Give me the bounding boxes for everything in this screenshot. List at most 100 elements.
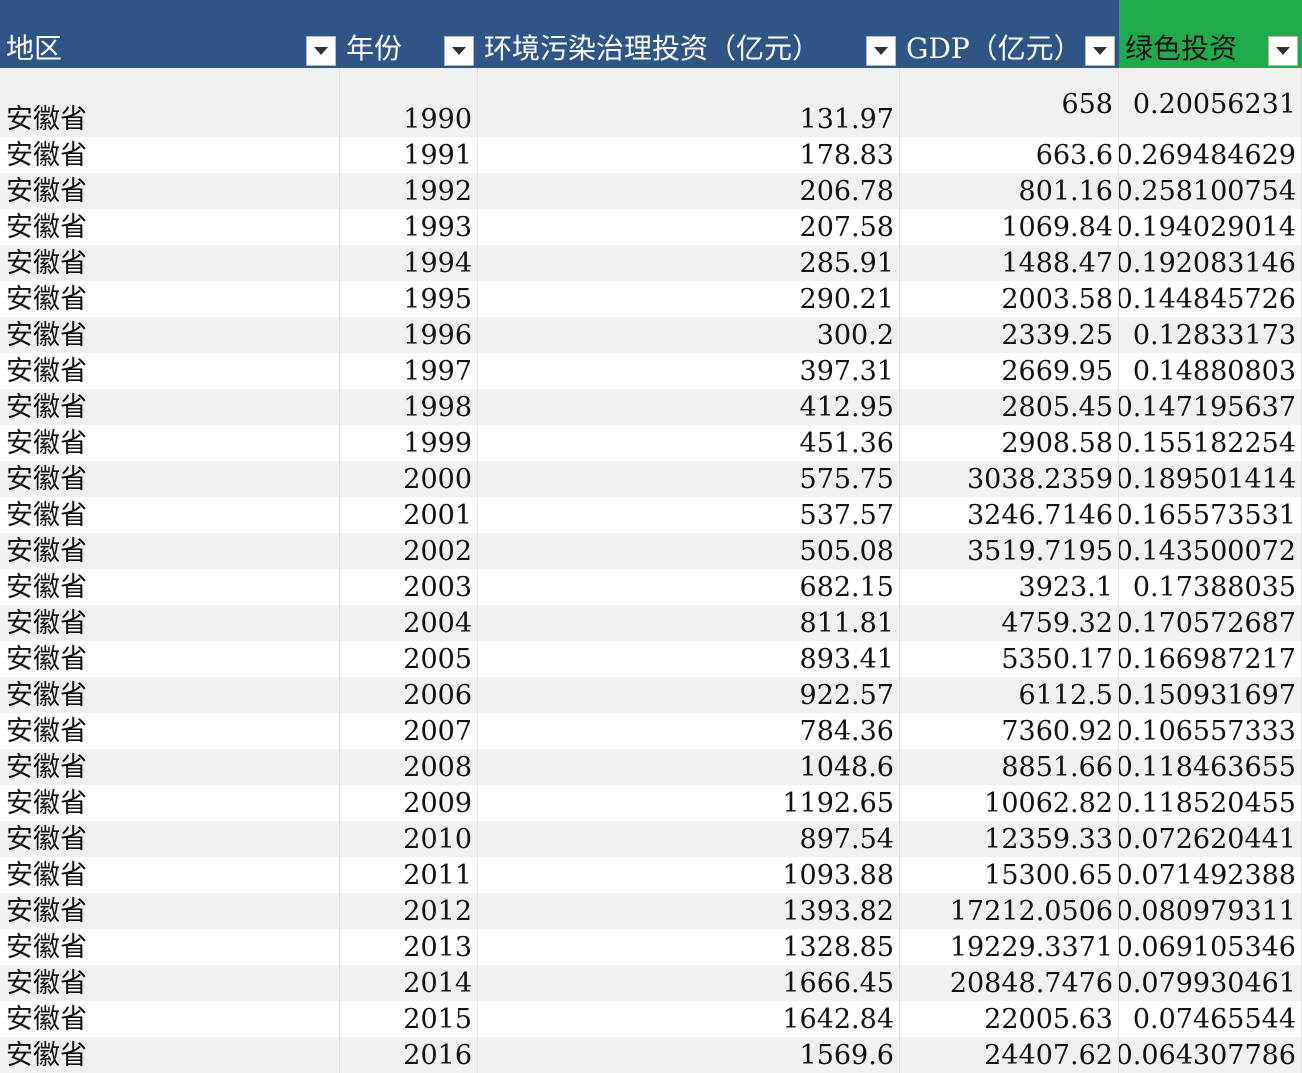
cell-env-investment[interactable]: 1093.88: [478, 857, 900, 893]
cell-gdp[interactable]: 3923.1: [900, 569, 1119, 605]
cell-green-investment[interactable]: 0.12833173: [1119, 317, 1302, 353]
cell-region[interactable]: 安徽省: [0, 497, 340, 533]
cell-region[interactable]: 安徽省: [0, 209, 340, 245]
cell-green-investment[interactable]: 0.071492388: [1119, 857, 1302, 893]
cell-gdp[interactable]: 658: [900, 68, 1119, 137]
cell-env-investment[interactable]: 300.2: [478, 317, 900, 353]
cell-env-investment[interactable]: 1642.84: [478, 1001, 900, 1037]
cell-region[interactable]: 安徽省: [0, 425, 340, 461]
cell-year[interactable]: 2002: [340, 533, 478, 569]
filter-dropdown-icon[interactable]: [1085, 36, 1115, 66]
cell-green-investment[interactable]: 0.147195637: [1119, 389, 1302, 425]
cell-year[interactable]: 2013: [340, 929, 478, 965]
cell-region[interactable]: 安徽省: [0, 533, 340, 569]
cell-region[interactable]: 安徽省: [0, 641, 340, 677]
cell-region[interactable]: 安徽省: [0, 893, 340, 929]
header-gdp[interactable]: GDP（亿元）: [900, 0, 1119, 68]
cell-green-investment[interactable]: 0.07465544: [1119, 1001, 1302, 1037]
cell-env-investment[interactable]: 207.58: [478, 209, 900, 245]
cell-green-investment[interactable]: 0.20056231: [1119, 68, 1302, 137]
cell-env-investment[interactable]: 290.21: [478, 281, 900, 317]
cell-year[interactable]: 2009: [340, 785, 478, 821]
cell-year[interactable]: 2016: [340, 1037, 478, 1073]
cell-env-investment[interactable]: 1666.45: [478, 965, 900, 1001]
filter-dropdown-icon[interactable]: [866, 36, 896, 66]
cell-year[interactable]: 2008: [340, 749, 478, 785]
cell-green-investment[interactable]: 0.069105346: [1119, 929, 1302, 965]
cell-region[interactable]: 安徽省: [0, 281, 340, 317]
cell-gdp[interactable]: 17212.0506: [900, 893, 1119, 929]
cell-env-investment[interactable]: 811.81: [478, 605, 900, 641]
cell-year[interactable]: 2012: [340, 893, 478, 929]
cell-green-investment[interactable]: 0.165573531: [1119, 497, 1302, 533]
cell-year[interactable]: 1991: [340, 137, 478, 173]
cell-gdp[interactable]: 19229.3371: [900, 929, 1119, 965]
cell-year[interactable]: 1992: [340, 173, 478, 209]
filter-dropdown-icon[interactable]: [444, 36, 474, 66]
cell-year[interactable]: 2006: [340, 677, 478, 713]
cell-green-investment[interactable]: 0.072620441: [1119, 821, 1302, 857]
cell-env-investment[interactable]: 285.91: [478, 245, 900, 281]
cell-gdp[interactable]: 7360.92: [900, 713, 1119, 749]
cell-env-investment[interactable]: 451.36: [478, 425, 900, 461]
cell-green-investment[interactable]: 0.192083146: [1119, 245, 1302, 281]
cell-env-investment[interactable]: 1328.85: [478, 929, 900, 965]
cell-env-investment[interactable]: 412.95: [478, 389, 900, 425]
cell-env-investment[interactable]: 893.41: [478, 641, 900, 677]
header-env-investment[interactable]: 环境污染治理投资（亿元）: [478, 0, 900, 68]
cell-green-investment[interactable]: 0.064307786: [1119, 1037, 1302, 1073]
cell-gdp[interactable]: 2669.95: [900, 353, 1119, 389]
cell-gdp[interactable]: 4759.32: [900, 605, 1119, 641]
cell-gdp[interactable]: 663.6: [900, 137, 1119, 173]
cell-region[interactable]: 安徽省: [0, 137, 340, 173]
cell-gdp[interactable]: 8851.66: [900, 749, 1119, 785]
cell-year[interactable]: 1994: [340, 245, 478, 281]
cell-green-investment[interactable]: 0.14880803: [1119, 353, 1302, 389]
cell-region[interactable]: 安徽省: [0, 173, 340, 209]
cell-env-investment[interactable]: 682.15: [478, 569, 900, 605]
cell-gdp[interactable]: 2908.58: [900, 425, 1119, 461]
cell-green-investment[interactable]: 0.144845726: [1119, 281, 1302, 317]
cell-env-investment[interactable]: 1192.65: [478, 785, 900, 821]
cell-year[interactable]: 2003: [340, 569, 478, 605]
cell-green-investment[interactable]: 0.170572687: [1119, 605, 1302, 641]
cell-env-investment[interactable]: 1569.6: [478, 1037, 900, 1073]
cell-year[interactable]: 1997: [340, 353, 478, 389]
cell-gdp[interactable]: 3038.2359: [900, 461, 1119, 497]
cell-env-investment[interactable]: 1393.82: [478, 893, 900, 929]
cell-gdp[interactable]: 2339.25: [900, 317, 1119, 353]
cell-green-investment[interactable]: 0.143500072: [1119, 533, 1302, 569]
cell-gdp[interactable]: 12359.33: [900, 821, 1119, 857]
cell-green-investment[interactable]: 0.194029014: [1119, 209, 1302, 245]
cell-region[interactable]: 安徽省: [0, 785, 340, 821]
cell-green-investment[interactable]: 0.080979311: [1119, 893, 1302, 929]
cell-region[interactable]: 安徽省: [0, 461, 340, 497]
cell-env-investment[interactable]: 178.83: [478, 137, 900, 173]
cell-region[interactable]: 安徽省: [0, 929, 340, 965]
cell-env-investment[interactable]: 784.36: [478, 713, 900, 749]
cell-year[interactable]: 1999: [340, 425, 478, 461]
cell-gdp[interactable]: 1488.47: [900, 245, 1119, 281]
cell-year[interactable]: 2010: [340, 821, 478, 857]
cell-year[interactable]: 1996: [340, 317, 478, 353]
cell-green-investment[interactable]: 0.118520455: [1119, 785, 1302, 821]
header-region[interactable]: 地区: [0, 0, 340, 68]
cell-region[interactable]: 安徽省: [0, 713, 340, 749]
cell-gdp[interactable]: 2805.45: [900, 389, 1119, 425]
cell-region[interactable]: 安徽省: [0, 68, 340, 137]
cell-green-investment[interactable]: 0.155182254: [1119, 425, 1302, 461]
cell-year[interactable]: 2011: [340, 857, 478, 893]
cell-green-investment[interactable]: 0.118463655: [1119, 749, 1302, 785]
cell-gdp[interactable]: 10062.82: [900, 785, 1119, 821]
cell-env-investment[interactable]: 397.31: [478, 353, 900, 389]
cell-green-investment[interactable]: 0.079930461: [1119, 965, 1302, 1001]
cell-year[interactable]: 2000: [340, 461, 478, 497]
cell-gdp[interactable]: 3519.7195: [900, 533, 1119, 569]
cell-region[interactable]: 安徽省: [0, 1001, 340, 1037]
cell-region[interactable]: 安徽省: [0, 245, 340, 281]
cell-region[interactable]: 安徽省: [0, 389, 340, 425]
cell-green-investment[interactable]: 0.269484629: [1119, 137, 1302, 173]
cell-region[interactable]: 安徽省: [0, 965, 340, 1001]
filter-dropdown-icon[interactable]: [306, 36, 336, 66]
cell-gdp[interactable]: 24407.62: [900, 1037, 1119, 1073]
